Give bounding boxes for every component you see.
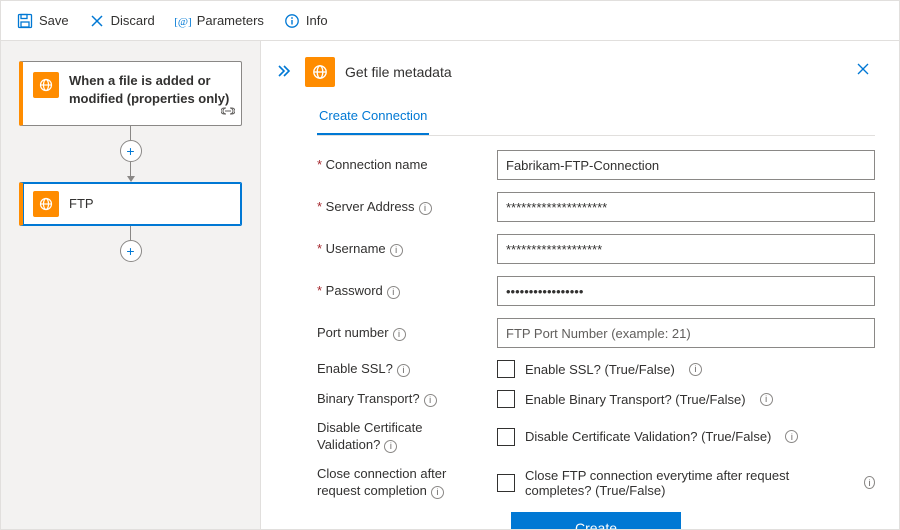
close-check-label: Close FTP connection everytime after req…	[525, 468, 850, 498]
info-icon[interactable]: i	[431, 486, 444, 499]
info-icon[interactable]: i	[419, 202, 432, 215]
info-icon[interactable]: i	[424, 394, 437, 407]
trigger-node-title: When a file is added or modified (proper…	[69, 72, 231, 107]
password-input[interactable]	[497, 276, 875, 306]
port-input[interactable]	[497, 318, 875, 348]
label-cert: Disable Certificate Validation?i	[317, 420, 487, 454]
username-input[interactable]	[497, 234, 875, 264]
save-icon	[17, 13, 33, 29]
server-address-input[interactable]	[497, 192, 875, 222]
label-connection-name: Connection name	[317, 157, 487, 174]
ftp-icon	[305, 57, 335, 87]
connector-1: +	[19, 126, 242, 182]
label-ssl: Enable SSL?i	[317, 361, 487, 378]
ssl-check-label: Enable SSL? (True/False)	[525, 362, 675, 377]
connector-2: +	[19, 226, 242, 262]
close-checkbox[interactable]	[497, 474, 515, 492]
cert-checkbox[interactable]	[497, 428, 515, 446]
detail-panel: Get file metadata Create Connection Conn…	[261, 41, 899, 529]
link-icon	[221, 106, 235, 121]
add-step-button-1[interactable]: +	[120, 140, 142, 162]
label-server-address: Server Addressi	[317, 199, 487, 216]
ssl-checkbox[interactable]	[497, 360, 515, 378]
collapse-icon[interactable]	[273, 60, 295, 84]
discard-icon	[89, 13, 105, 29]
panel-header: Get file metadata	[273, 55, 875, 88]
info-label: Info	[306, 13, 328, 28]
discard-label: Discard	[111, 13, 155, 28]
panel-title: Get file metadata	[345, 64, 452, 80]
info-icon[interactable]: i	[785, 430, 798, 443]
connection-form: Connection name Server Addressi Username…	[317, 150, 875, 529]
info-icon	[284, 13, 300, 29]
info-icon[interactable]: i	[390, 244, 403, 257]
label-close: Close connection after request completio…	[317, 466, 487, 500]
binary-checkbox[interactable]	[497, 390, 515, 408]
connection-name-input[interactable]	[497, 150, 875, 180]
action-node-ftp[interactable]: FTP	[19, 182, 242, 226]
svg-text:[@]: [@]	[175, 16, 191, 28]
designer-canvas: When a file is added or modified (proper…	[1, 41, 261, 529]
parameters-button[interactable]: [@] Parameters	[167, 7, 272, 35]
parameters-label: Parameters	[197, 13, 264, 28]
info-icon[interactable]: i	[689, 363, 702, 376]
cert-check-label: Disable Certificate Validation? (True/Fa…	[525, 429, 771, 444]
info-icon[interactable]: i	[384, 440, 397, 453]
close-icon[interactable]	[851, 55, 875, 88]
parameters-icon: [@]	[175, 13, 191, 29]
action-node-title: FTP	[69, 195, 94, 213]
info-icon[interactable]: i	[760, 393, 773, 406]
tab-row: Create Connection	[317, 100, 875, 136]
main-area: When a file is added or modified (proper…	[1, 41, 899, 529]
save-button[interactable]: Save	[9, 7, 77, 35]
label-password: Passwordi	[317, 283, 487, 300]
save-label: Save	[39, 13, 69, 28]
create-button[interactable]: Create	[511, 512, 681, 529]
label-username: Usernamei	[317, 241, 487, 258]
trigger-node[interactable]: When a file is added or modified (proper…	[19, 61, 242, 126]
command-bar: Save Discard [@] Parameters Info	[1, 1, 899, 41]
info-button[interactable]: Info	[276, 7, 336, 35]
ftp-icon	[33, 191, 59, 217]
add-step-button-2[interactable]: +	[120, 240, 142, 262]
info-icon[interactable]: i	[864, 476, 875, 489]
info-icon[interactable]: i	[393, 328, 406, 341]
discard-button[interactable]: Discard	[81, 7, 163, 35]
info-icon[interactable]: i	[397, 364, 410, 377]
binary-check-label: Enable Binary Transport? (True/False)	[525, 392, 746, 407]
label-port: Port numberi	[317, 325, 487, 342]
info-icon[interactable]: i	[387, 286, 400, 299]
ftp-icon	[33, 72, 59, 98]
tab-create-connection[interactable]: Create Connection	[317, 100, 429, 135]
label-binary: Binary Transport?i	[317, 391, 487, 408]
